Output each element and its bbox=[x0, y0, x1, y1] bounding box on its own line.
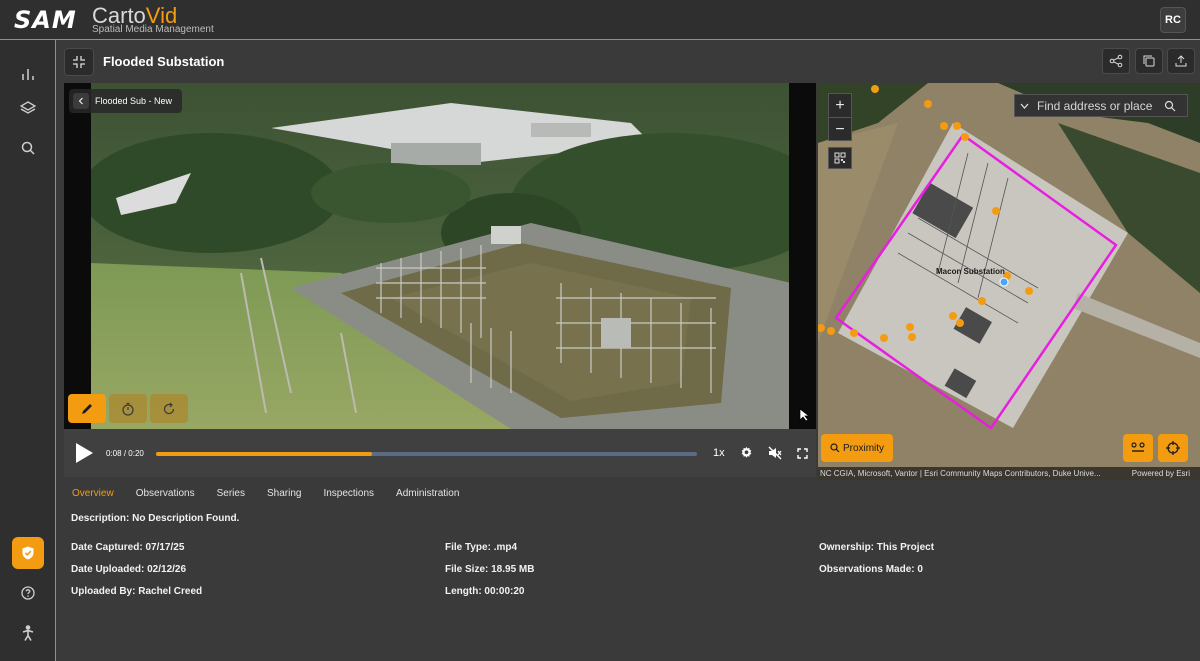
timer-icon bbox=[122, 402, 134, 416]
time-display: 0:08 / 0:20 bbox=[106, 449, 144, 458]
satellite-map: Macon Substation bbox=[818, 83, 1200, 480]
upload-icon bbox=[1175, 55, 1187, 67]
detail-tabs: Overview Observations Series Sharing Ins… bbox=[64, 488, 481, 506]
copy-button[interactable] bbox=[1135, 48, 1163, 74]
date-uploaded: Date Uploaded: 02/12/26 bbox=[71, 564, 187, 575]
copy-icon bbox=[1143, 55, 1155, 67]
length: Length: 00:00:20 bbox=[445, 586, 525, 597]
settings-icon[interactable] bbox=[740, 446, 753, 464]
search-icon[interactable] bbox=[12, 132, 44, 164]
tab-overview[interactable]: Overview bbox=[72, 488, 114, 506]
file-size: File Size: 18.95 MB bbox=[445, 564, 535, 575]
map-view[interactable]: Macon Substation + − Proximity NC CGIA, … bbox=[818, 83, 1200, 480]
observations-made: Observations Made: 0 bbox=[819, 564, 923, 575]
dropdown-icon[interactable] bbox=[1015, 103, 1033, 109]
route-button[interactable] bbox=[1123, 434, 1153, 462]
play-icon bbox=[76, 443, 93, 463]
proximity-label: Proximity bbox=[842, 442, 885, 454]
playback-speed[interactable]: 1x bbox=[713, 447, 725, 459]
sidebar bbox=[0, 40, 56, 661]
locate-button[interactable] bbox=[1158, 434, 1188, 462]
tab-inspections[interactable]: Inspections bbox=[323, 488, 374, 506]
shield-icon[interactable] bbox=[12, 537, 44, 569]
top-bar: SAM CartoVid Spatial Media Management RC bbox=[0, 0, 1200, 40]
qr-code-button[interactable] bbox=[828, 147, 852, 169]
share-icon bbox=[1109, 54, 1123, 68]
help-icon[interactable] bbox=[12, 577, 44, 609]
analytics-icon[interactable] bbox=[12, 58, 44, 90]
address-search-input[interactable] bbox=[1037, 98, 1159, 113]
edit-button[interactable] bbox=[68, 394, 106, 423]
zoom-out-button[interactable]: − bbox=[829, 118, 851, 142]
collapse-icon bbox=[73, 56, 85, 68]
proximity-button[interactable]: Proximity bbox=[821, 434, 893, 462]
zoom-control: + − bbox=[828, 93, 852, 141]
powered-by: Powered by Esri bbox=[1131, 469, 1190, 478]
export-button[interactable] bbox=[1167, 48, 1195, 74]
qr-icon bbox=[834, 152, 846, 164]
progress-bar[interactable] bbox=[156, 452, 697, 456]
route-icon bbox=[1131, 442, 1145, 452]
map-search bbox=[1014, 94, 1188, 117]
substation-label: Macon Substation bbox=[936, 267, 1005, 276]
uploaded-by: Uploaded By: Rachel Creed bbox=[71, 586, 203, 597]
chevron-left-icon bbox=[73, 93, 89, 109]
date-captured: Date Captured: 07/17/25 bbox=[71, 542, 185, 553]
timer-button[interactable] bbox=[109, 394, 147, 423]
back-button[interactable]: Flooded Sub - New bbox=[69, 89, 183, 113]
search-icon bbox=[830, 443, 840, 453]
ownership: Ownership: This Project bbox=[819, 542, 935, 553]
fullscreen-icon[interactable] bbox=[797, 446, 808, 464]
collapse-button[interactable] bbox=[64, 48, 94, 76]
tab-administration[interactable]: Administration bbox=[396, 488, 459, 506]
search-icon[interactable] bbox=[1159, 100, 1181, 112]
pencil-icon bbox=[82, 403, 92, 414]
layers-icon[interactable] bbox=[12, 92, 44, 124]
tab-sharing[interactable]: Sharing bbox=[267, 488, 301, 506]
description: Description: No Description Found. bbox=[71, 513, 240, 524]
refresh-button[interactable] bbox=[150, 394, 188, 423]
video-frame bbox=[91, 83, 789, 429]
user-avatar[interactable]: RC bbox=[1160, 7, 1186, 33]
video-player[interactable]: Flooded Sub - New bbox=[64, 83, 816, 429]
map-attribution: NC CGIA, Microsoft, Vantor | Esri Commun… bbox=[818, 467, 1200, 480]
app-subtitle: Spatial Media Management bbox=[92, 24, 214, 35]
back-label: Flooded Sub - New bbox=[95, 96, 173, 106]
tab-observations[interactable]: Observations bbox=[136, 488, 195, 506]
share-button[interactable] bbox=[1102, 48, 1130, 74]
crosshair-icon bbox=[1166, 441, 1180, 455]
person-icon[interactable] bbox=[12, 617, 44, 649]
file-type: File Type: .mp4 bbox=[445, 542, 518, 553]
zoom-in-button[interactable]: + bbox=[829, 94, 851, 118]
play-button[interactable] bbox=[74, 442, 94, 469]
mute-icon[interactable] bbox=[768, 446, 782, 465]
refresh-icon bbox=[163, 402, 175, 414]
progress-fill bbox=[156, 452, 373, 456]
video-controls: 0:08 / 0:20 1x bbox=[64, 429, 816, 477]
tab-series[interactable]: Series bbox=[217, 488, 245, 506]
page-title: Flooded Substation bbox=[103, 54, 225, 69]
logo: SAM bbox=[14, 6, 77, 34]
cursor-icon bbox=[799, 408, 811, 427]
